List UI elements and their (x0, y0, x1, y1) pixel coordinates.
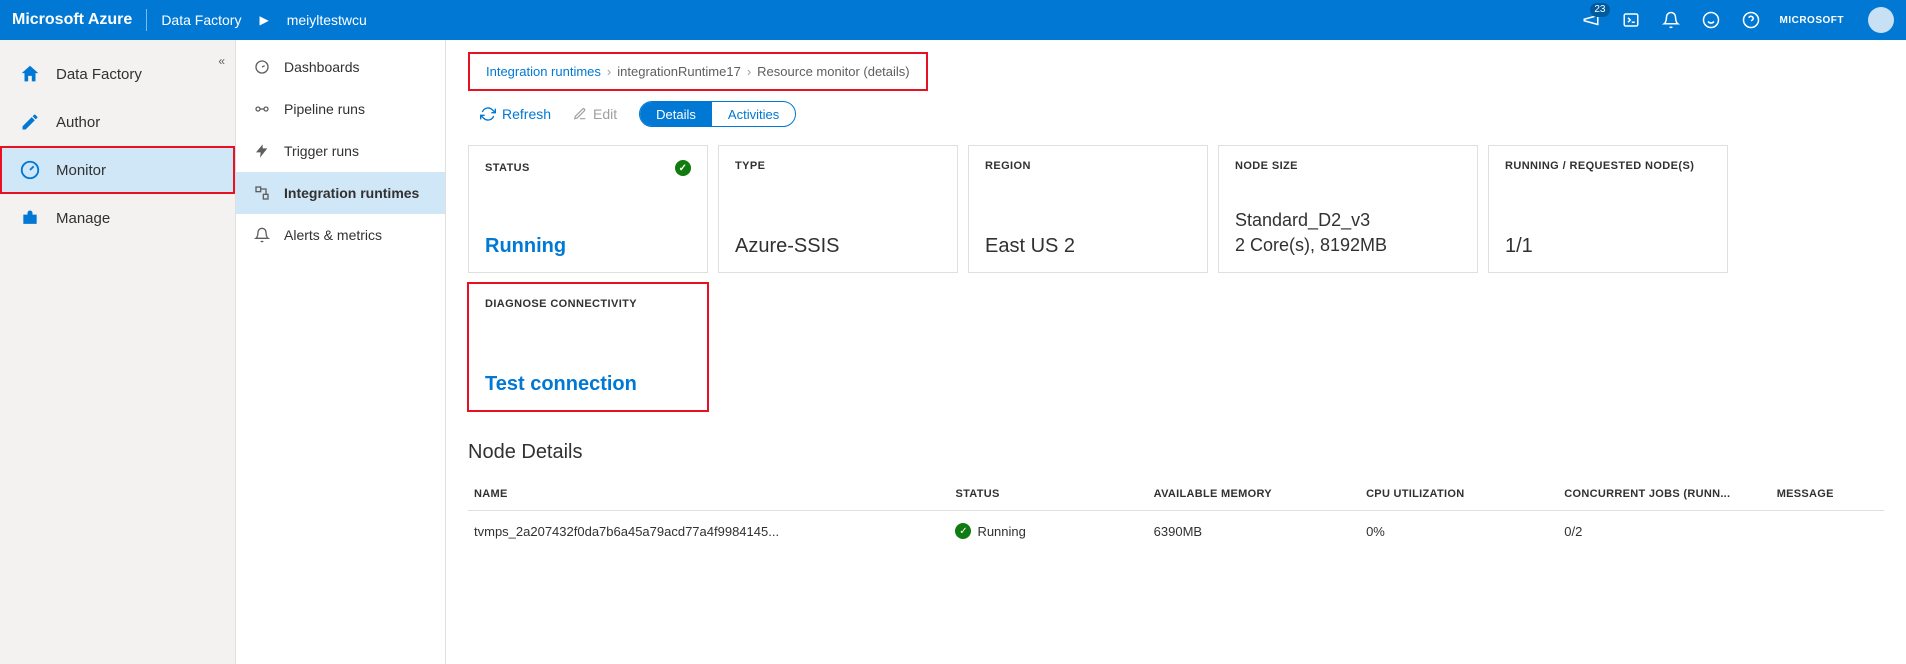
service-label[interactable]: Data Factory (161, 12, 241, 28)
notifications-icon[interactable] (1660, 9, 1682, 31)
notification-badge: 23 (1590, 3, 1609, 17)
refresh-icon (480, 106, 496, 122)
nav-label: Author (56, 114, 100, 131)
avatar[interactable] (1868, 7, 1894, 33)
nodesize-value: Standard_D2_v3 2 Core(s), 8192MB (1235, 208, 1461, 258)
nav-label: Monitor (56, 162, 106, 179)
cell-msg (1771, 511, 1884, 552)
edit-button: Edit (573, 106, 617, 122)
th-jobs[interactable]: CONCURRENT JOBS (RUNN... (1558, 478, 1770, 511)
home-icon (18, 63, 42, 85)
breadcrumb: Integration runtimes › integrationRuntim… (468, 52, 928, 91)
primary-nav: « Data Factory Author Monitor Manage (0, 40, 236, 664)
tenant-label: MICROSOFT (1780, 15, 1845, 26)
brand-label: Microsoft Azure (12, 11, 132, 29)
chevron-right-icon: ▶ (259, 13, 268, 27)
collapse-nav-icon[interactable]: « (218, 54, 225, 68)
cell-jobs: 0/2 (1558, 511, 1770, 552)
nodes-value: 1/1 (1505, 235, 1711, 258)
nav2-label: Alerts & metrics (284, 227, 382, 243)
breadcrumb-current: Resource monitor (details) (757, 64, 909, 79)
card-diagnose-connectivity: DIAGNOSE CONNECTIVITY Test connection (468, 283, 708, 411)
resource-label[interactable]: meiyltestwcu (287, 12, 367, 28)
nav-manage[interactable]: Manage (0, 194, 235, 242)
nav-author[interactable]: Author (0, 98, 235, 146)
th-mem[interactable]: AVAILABLE MEMORY (1148, 478, 1360, 511)
toolbox-icon (18, 208, 42, 228)
nodesize-line1: Standard_D2_v3 (1235, 208, 1461, 233)
speedometer-icon (252, 59, 272, 75)
chevron-right-icon: › (607, 64, 611, 79)
content-area: Integration runtimes › integrationRuntim… (446, 40, 1906, 664)
nodesize-line2: 2 Core(s), 8192MB (1235, 233, 1461, 258)
divider (146, 9, 147, 31)
test-connection-button[interactable]: Test connection (485, 373, 691, 396)
card-title: DIAGNOSE CONNECTIVITY (485, 298, 637, 310)
cell-name: tvmps_2a207432f0da7b6a45a79acd77a4f99841… (468, 511, 949, 552)
pencil-icon (18, 112, 42, 132)
nav2-integration-runtimes[interactable]: Integration runtimes (236, 172, 445, 214)
card-type: TYPE Azure-SSIS (718, 145, 958, 273)
card-nodes: RUNNING / REQUESTED NODE(S) 1/1 (1488, 145, 1728, 273)
nav2-label: Pipeline runs (284, 101, 365, 117)
edit-label: Edit (593, 106, 617, 122)
success-icon: ✓ (675, 160, 691, 176)
card-node-size: NODE SIZE Standard_D2_v3 2 Core(s), 8192… (1218, 145, 1478, 273)
gauge-icon (18, 159, 42, 181)
help-icon[interactable] (1740, 9, 1762, 31)
type-value: Azure-SSIS (735, 235, 941, 258)
card-title: STATUS (485, 162, 530, 174)
command-bar: Refresh Edit Details Activities (468, 101, 1884, 127)
top-bar: Microsoft Azure Data Factory ▶ meiyltest… (0, 0, 1906, 40)
breadcrumb-runtime-name[interactable]: integrationRuntime17 (617, 64, 741, 79)
node-details-table: NAME STATUS AVAILABLE MEMORY CPU UTILIZA… (468, 478, 1884, 551)
nav2-alerts-metrics[interactable]: Alerts & metrics (236, 214, 445, 256)
view-toggle: Details Activities (639, 101, 796, 127)
th-name[interactable]: NAME (468, 478, 949, 511)
th-status[interactable]: STATUS (949, 478, 1147, 511)
cloud-shell-icon[interactable] (1620, 9, 1642, 31)
breadcrumb-link-runtimes[interactable]: Integration runtimes (486, 64, 601, 79)
cell-mem: 6390MB (1148, 511, 1360, 552)
card-title: NODE SIZE (1235, 160, 1298, 172)
announcements-icon[interactable]: 23 (1580, 9, 1602, 31)
nav2-label: Dashboards (284, 59, 360, 75)
nav2-dashboards[interactable]: Dashboards (236, 46, 445, 88)
refresh-label: Refresh (502, 106, 551, 122)
nav-monitor[interactable]: Monitor (0, 146, 235, 194)
nav-label: Data Factory (56, 66, 142, 83)
cell-cpu: 0% (1360, 511, 1558, 552)
card-title: REGION (985, 160, 1031, 172)
refresh-button[interactable]: Refresh (480, 106, 551, 122)
card-title: RUNNING / REQUESTED NODE(S) (1505, 160, 1694, 172)
chevron-right-icon: › (747, 64, 751, 79)
nav-label: Manage (56, 210, 110, 227)
nav2-label: Integration runtimes (284, 185, 419, 201)
feedback-icon[interactable] (1700, 9, 1722, 31)
nav2-trigger-runs[interactable]: Trigger runs (236, 130, 445, 172)
nav2-label: Trigger runs (284, 143, 359, 159)
th-msg[interactable]: MESSAGE (1771, 478, 1884, 511)
secondary-nav: Dashboards Pipeline runs Trigger runs In… (236, 40, 446, 664)
bell-icon (252, 227, 272, 243)
card-status: STATUS ✓ Running (468, 145, 708, 273)
tab-activities[interactable]: Activities (712, 102, 795, 126)
card-title: TYPE (735, 160, 765, 172)
region-value: East US 2 (985, 235, 1191, 258)
nav-data-factory[interactable]: Data Factory (0, 50, 235, 98)
success-icon: ✓ (955, 523, 971, 539)
pipeline-icon (252, 101, 272, 117)
pencil-icon (573, 107, 587, 121)
nav2-pipeline-runs[interactable]: Pipeline runs (236, 88, 445, 130)
bolt-icon (252, 143, 272, 159)
node-details-title: Node Details (468, 441, 1884, 464)
cell-status: Running (977, 524, 1025, 539)
table-row[interactable]: tvmps_2a207432f0da7b6a45a79acd77a4f99841… (468, 511, 1884, 552)
integration-icon (252, 185, 272, 201)
card-region: REGION East US 2 (968, 145, 1208, 273)
status-value[interactable]: Running (485, 235, 691, 258)
tab-details[interactable]: Details (640, 102, 712, 126)
th-cpu[interactable]: CPU UTILIZATION (1360, 478, 1558, 511)
